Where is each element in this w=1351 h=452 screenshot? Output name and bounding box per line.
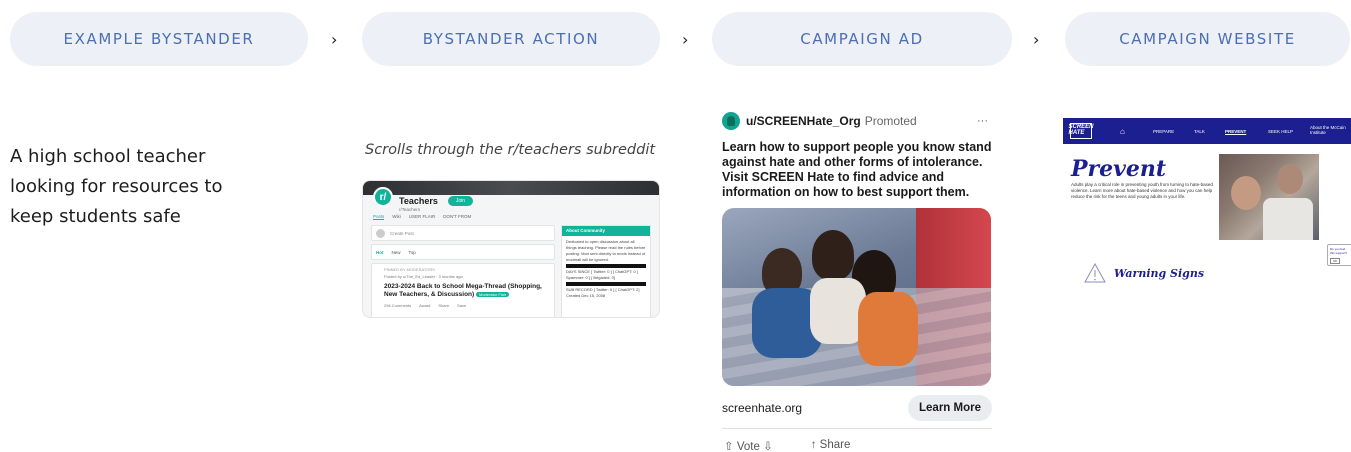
step-label: EXAMPLE BYSTANDER <box>63 30 255 48</box>
pinned-post[interactable]: PINNED BY MODERATORS Posted by u/The_Ed_… <box>371 263 555 317</box>
vote-button[interactable]: ⇧ Vote ⇩ <box>724 439 773 452</box>
nav-prevent[interactable]: PREVENT <box>1225 129 1246 134</box>
more-options-icon[interactable]: ··· <box>977 115 988 127</box>
spammer-count: Spammer: 0 ] [ Brigaded: 0] <box>566 275 615 280</box>
ad-actions: ⇧ Vote ⇩ ↑ Share <box>722 439 992 452</box>
learn-more-button[interactable]: Learn More <box>908 395 992 421</box>
warning-signs-label: Warning Signs <box>1114 266 1205 280</box>
bystander-description: A high school teacher looking for resour… <box>10 146 223 227</box>
share-label: Share <box>819 439 851 451</box>
site-logo[interactable]: SCREEN HATE <box>1069 123 1094 139</box>
ad-text: Learn how to support people you know sta… <box>722 140 992 199</box>
vote-label: Vote <box>736 441 760 452</box>
photo-person <box>1277 164 1303 194</box>
divider <box>566 264 646 268</box>
upvote-icon: ⇧ <box>724 441 734 452</box>
photo-person <box>1231 176 1261 210</box>
feedback-prompt: Do you feel this support? <box>1330 247 1348 255</box>
about-community-panel: About Community Dedicated to open discus… <box>561 225 651 317</box>
home-icon[interactable]: ⌂ <box>1120 127 1125 136</box>
site-navbar: SCREEN HATE ⌂ PREPARE TALK PREVENT SEEK … <box>1063 118 1351 144</box>
step-example-bystander[interactable]: EXAMPLE BYSTANDER <box>10 12 308 66</box>
divider <box>566 282 646 286</box>
tab-posts[interactable]: Posts <box>373 214 385 220</box>
action-caption: Scrolls through the r/teachers subreddit <box>365 142 656 158</box>
share-button[interactable]: ↑ Share <box>811 439 851 452</box>
promoted-label: Promoted <box>864 114 917 128</box>
pinned-label: PINNED BY MODERATORS <box>384 267 435 272</box>
reddit-feed: Create Post Hot New Top PINNED BY MODERA… <box>371 225 555 317</box>
nav-prepare[interactable]: PREPARE <box>1153 129 1174 134</box>
avatar <box>376 228 385 238</box>
sort-new[interactable]: New <box>392 250 401 255</box>
created-date: Created Dec 15, 2008 <box>566 293 606 298</box>
nav-seek-help[interactable]: SEEK HELP <box>1268 129 1293 134</box>
ad-image[interactable] <box>722 208 991 386</box>
ad-avatar-icon <box>722 112 740 130</box>
community-description: Dedicated to open discussion about all t… <box>566 239 646 262</box>
step-campaign-ad[interactable]: CAMPAIGN AD <box>712 12 1012 66</box>
sort-top[interactable]: Top <box>409 250 416 255</box>
about-community-body: Dedicated to open discussion about all t… <box>562 236 650 302</box>
post-actions: 296 Comments Award Share Save <box>384 303 550 308</box>
ad-username[interactable]: u/SCREENHate_Org <box>746 114 861 128</box>
post-title[interactable]: 2023-2024 Back to School Mega-Thread (Sh… <box>384 283 550 299</box>
reddit-tabs: Posts Wiki USER FLAIR DON'T FROM <box>373 214 471 220</box>
sort-hot[interactable]: Hot <box>376 250 384 255</box>
campaign-ad: u/SCREENHate_Org Promoted ··· Learn how … <box>722 110 992 452</box>
step-campaign-website[interactable]: CAMPAIGN WEBSITE <box>1065 12 1350 66</box>
ok-button[interactable]: OK <box>1330 258 1341 264</box>
chevron-right-icon: › <box>331 30 338 49</box>
subreddit-handle: r/Teachers <box>399 207 421 212</box>
step-label: CAMPAIGN AD <box>800 30 924 48</box>
ad-header: u/SCREENHate_Org Promoted ··· <box>722 110 992 132</box>
chevron-right-icon: › <box>1033 30 1040 49</box>
tab-other[interactable]: DON'T FROM <box>443 214 471 220</box>
sort-bar: Hot New Top <box>371 244 555 260</box>
step-label: BYSTANDER ACTION <box>422 30 600 48</box>
feedback-widget[interactable]: Do you feel this support? OK <box>1327 244 1351 266</box>
comments-button[interactable]: 296 Comments <box>384 303 411 308</box>
page-body: Adults play a critical role in preventin… <box>1071 182 1213 199</box>
save-button[interactable]: Save <box>457 303 466 308</box>
nav-about[interactable]: About the McCain Institute <box>1310 125 1346 135</box>
photo-shirt <box>1263 198 1313 240</box>
subreddit-logo: r/ <box>373 187 393 207</box>
step-label: CAMPAIGN WEBSITE <box>1119 30 1296 48</box>
post-flair: Moderator Flair <box>476 292 510 297</box>
image-person <box>858 292 918 366</box>
create-post-placeholder: Create Post <box>390 230 414 236</box>
image-person <box>812 230 854 280</box>
warning-icon <box>1084 263 1106 283</box>
share-button[interactable]: Share <box>438 303 449 308</box>
divider <box>722 428 992 429</box>
create-post-input[interactable]: Create Post <box>371 225 555 241</box>
share-icon: ↑ <box>810 439 817 451</box>
page-title: Prevent <box>1071 156 1167 182</box>
nav-talk[interactable]: TALK <box>1194 129 1205 134</box>
award-button[interactable]: Award <box>419 303 430 308</box>
reddit-screenshot: r/ Teachers Join r/Teachers Posts Wiki U… <box>362 180 660 318</box>
tab-user-flair[interactable]: USER FLAIR <box>409 214 436 220</box>
ad-footer: screenhate.org Learn More <box>722 394 992 422</box>
community-name: Teachers <box>399 196 438 206</box>
post-meta: Posted by u/The_Ed_Leader · 3 months ago <box>384 274 463 279</box>
post-title-text: 2023-2024 Back to School Mega-Thread (Sh… <box>384 283 542 298</box>
ad-domain[interactable]: screenhate.org <box>722 401 802 415</box>
join-button[interactable]: Join <box>447 196 474 206</box>
warning-signs-link[interactable]: Warning Signs <box>1084 263 1204 283</box>
tab-wiki[interactable]: Wiki <box>392 214 401 220</box>
reddit-header: r/ Teachers Join <box>373 187 474 207</box>
downvote-icon: ⇩ <box>763 441 773 452</box>
hero-photo <box>1219 154 1319 240</box>
chevron-right-icon: › <box>682 30 689 49</box>
step-bystander-action[interactable]: BYSTANDER ACTION <box>362 12 660 66</box>
about-community-header: About Community <box>562 226 650 236</box>
